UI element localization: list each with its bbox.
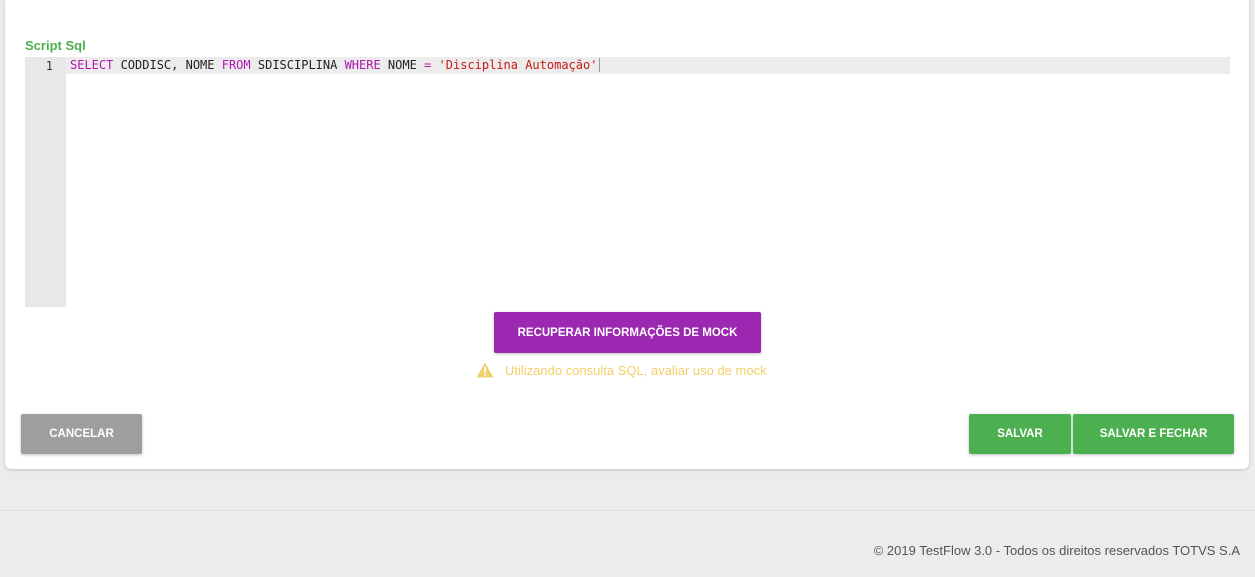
warning-triangle-icon: [476, 362, 494, 378]
sql-keyword: FROM: [221, 58, 251, 72]
recover-mock-button[interactable]: RECUPERAR INFORMAÇÕES DE MOCK: [494, 312, 761, 353]
sql-keyword: SELECT: [70, 58, 114, 72]
sql-identifier: CODDISC, NOME: [113, 58, 222, 72]
save-and-close-button[interactable]: SALVAR E FECHAR: [1073, 414, 1234, 454]
text-cursor: [599, 58, 601, 72]
warning-text: Utilizando consulta SQL, avaliar uso de …: [505, 362, 767, 378]
active-code-line[interactable]: SELECT CODDISC, NOME FROM SDISCIPLINA WH…: [66, 57, 1230, 74]
cancel-button[interactable]: CANCELAR: [21, 414, 142, 454]
mock-warning: Utilizando consulta SQL, avaliar uso de …: [476, 360, 767, 380]
sql-keyword: WHERE: [344, 58, 381, 72]
editor-gutter: 1: [25, 57, 66, 307]
form-card: Script Sql 1 SELECT CODDISC, NOME FROM S…: [5, 0, 1249, 469]
sql-string: 'Disciplina Automação': [438, 58, 598, 72]
sql-space: [431, 58, 438, 72]
sql-identifier: NOME: [380, 58, 425, 72]
script-sql-label: Script Sql: [25, 38, 86, 53]
page: Script Sql 1 SELECT CODDISC, NOME FROM S…: [0, 0, 1255, 577]
sql-identifier: SDISCIPLINA: [250, 58, 345, 72]
sql-editor[interactable]: 1 SELECT CODDISC, NOME FROM SDISCIPLINA …: [25, 57, 1230, 307]
save-button[interactable]: SALVAR: [969, 414, 1071, 454]
line-number: 1: [45, 59, 53, 73]
footer-copyright: © 2019 TestFlow 3.0 - Todos os direitos …: [873, 543, 1240, 558]
footer-divider: [0, 510, 1255, 511]
sql-code[interactable]: SELECT CODDISC, NOME FROM SDISCIPLINA WH…: [70, 58, 601, 73]
